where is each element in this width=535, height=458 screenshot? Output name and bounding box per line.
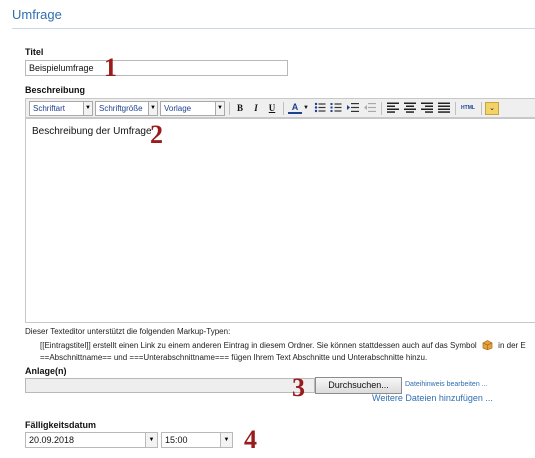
- due-date-value: 20.09.2018: [29, 435, 75, 445]
- toolbar-separator: [481, 102, 482, 115]
- add-more-files-link[interactable]: Weitere Dateien hinzufügen ...: [372, 393, 493, 403]
- markup-help-line-1-tail: in der E: [498, 341, 526, 350]
- markup-help-intro: Dieser Texteditor unterstützt die folgen…: [25, 327, 231, 336]
- font-size-select-value: Schriftgröße: [99, 104, 143, 113]
- annotation-marker-3: 3: [292, 373, 305, 402]
- underline-icon[interactable]: U: [265, 102, 279, 115]
- description-label: Beschreibung: [25, 85, 86, 95]
- markup-help-line-1-text: [[Eintragstitel]] erstellt einen Link zu…: [40, 341, 477, 350]
- annotation-marker-4: 4: [244, 425, 257, 454]
- chevron-down-icon[interactable]: ▼: [220, 433, 232, 447]
- toolbar-separator: [283, 102, 284, 115]
- toolbar-separator: [455, 102, 456, 115]
- due-time-input[interactable]: 15:00 ▼: [161, 432, 233, 448]
- indent-icon[interactable]: [346, 102, 360, 115]
- more-options-icon[interactable]: ⌄: [485, 102, 499, 115]
- edit-file-hint-link[interactable]: Dateihinweis bearbeiten ...: [405, 381, 488, 388]
- template-select-value: Vorlage: [164, 104, 192, 113]
- title-divider: [12, 28, 535, 29]
- markup-help-line-2: ==Abschnittname== und ===Unterabschnittn…: [40, 353, 428, 362]
- due-time-value: 15:00: [165, 435, 188, 445]
- toolbar-separator: [229, 102, 230, 115]
- file-path-input[interactable]: [25, 378, 315, 393]
- due-date-input[interactable]: 20.09.2018 ▼: [25, 432, 158, 448]
- rich-text-editor[interactable]: [25, 118, 535, 323]
- markup-help-line-1: [[Eintragstitel]] erstellt einen Link zu…: [40, 340, 526, 351]
- toolbar-separator: [381, 102, 382, 115]
- align-center-icon[interactable]: [403, 102, 417, 115]
- annotation-marker-2: 2: [150, 120, 163, 149]
- chevron-down-icon[interactable]: ▼: [145, 433, 157, 447]
- chevron-down-icon: ▼: [215, 102, 224, 115]
- font-color-dropdown-icon[interactable]: ▼: [302, 102, 310, 115]
- font-size-select[interactable]: Schriftgröße ▼: [95, 101, 158, 116]
- title-input[interactable]: Beispielumfrage: [25, 60, 288, 76]
- align-left-icon[interactable]: [386, 102, 400, 115]
- chevron-down-icon: ▼: [83, 102, 92, 115]
- font-color-icon[interactable]: A: [288, 102, 302, 114]
- html-icon[interactable]: HTML: [458, 102, 478, 115]
- numbered-list-icon[interactable]: [329, 102, 343, 115]
- font-family-select[interactable]: Schriftart ▼: [29, 101, 93, 116]
- chevron-down-icon: ▼: [148, 102, 157, 115]
- package-icon: [482, 340, 493, 351]
- title-label: Titel: [25, 47, 44, 57]
- due-date-label: Fälligkeitsdatum: [25, 420, 97, 430]
- browse-button[interactable]: Durchsuchen...: [315, 377, 402, 394]
- editor-content[interactable]: Beschreibung der Umfrage: [32, 126, 152, 137]
- attachment-label: Anlage(n): [25, 366, 67, 376]
- outdent-icon[interactable]: [363, 102, 377, 115]
- justify-icon[interactable]: [437, 102, 451, 115]
- align-right-icon[interactable]: [420, 102, 434, 115]
- bold-icon[interactable]: B: [233, 102, 247, 115]
- italic-icon[interactable]: I: [249, 102, 263, 115]
- page-title: Umfrage: [12, 7, 62, 22]
- editor-toolbar: Schriftart ▼ Schriftgröße ▼ Vorlage ▼ B …: [25, 98, 535, 118]
- font-family-select-value: Schriftart: [33, 104, 66, 113]
- template-select[interactable]: Vorlage ▼: [160, 101, 225, 116]
- bullet-list-icon[interactable]: [313, 102, 327, 115]
- annotation-marker-1: 1: [104, 53, 117, 82]
